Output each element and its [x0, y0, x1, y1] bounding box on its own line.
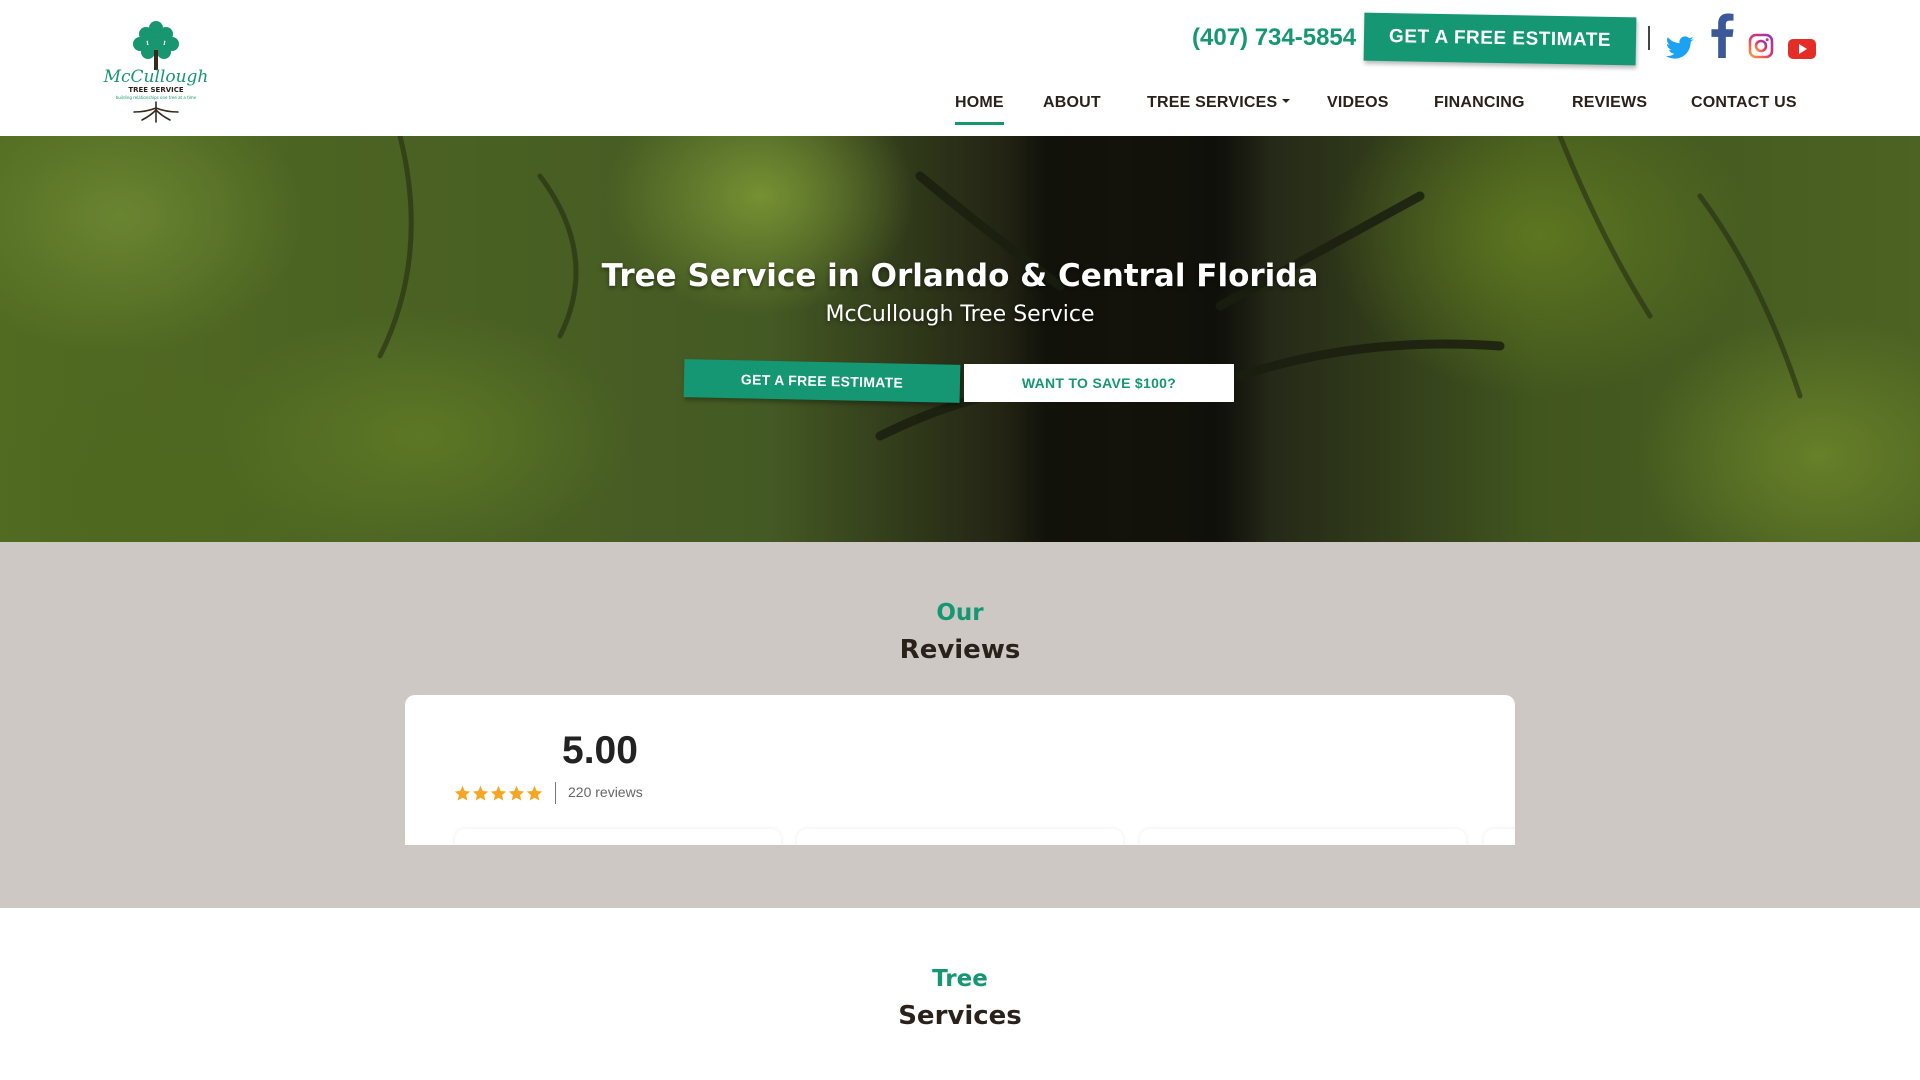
reviews-kicker: Our	[936, 600, 984, 626]
chevron-down-icon	[1282, 98, 1291, 103]
services-heading: Services	[898, 1001, 1022, 1031]
nav-reviews[interactable]: REVIEWS	[1572, 94, 1647, 112]
nav-financing[interactable]: FINANCING	[1434, 94, 1525, 112]
twitter-icon[interactable]	[1666, 36, 1694, 60]
services-section: Tree Services	[0, 908, 1920, 1080]
nav-videos[interactable]: VIDEOS	[1327, 94, 1389, 112]
hero-save-button[interactable]: WANT TO SAVE $100?	[964, 364, 1234, 402]
hero-title: Tree Service in Orlando & Central Florid…	[601, 258, 1319, 294]
instagram-icon[interactable]	[1748, 33, 1774, 59]
reviews-section: Our Reviews 5.00 220 reviews	[0, 542, 1920, 908]
main-nav: HOME ABOUT TREE SERVICES VIDEOS FINANCIN…	[0, 94, 1920, 125]
star-icon	[490, 785, 507, 801]
reviews-heading: Reviews	[899, 635, 1021, 665]
reviews-widget: 5.00 220 reviews	[405, 695, 1515, 845]
hero-subtitle: McCullough Tree Service	[825, 302, 1095, 327]
youtube-icon[interactable]	[1788, 38, 1816, 60]
phone-link[interactable]: (407) 734-5854	[1192, 24, 1356, 52]
rating-score: 5.00	[562, 729, 638, 772]
star-icon	[508, 785, 525, 801]
review-card[interactable]	[455, 829, 781, 845]
hero-banner: Tree Service in Orlando & Central Florid…	[0, 136, 1920, 542]
facebook-icon[interactable]	[1710, 12, 1734, 58]
services-kicker: Tree	[932, 966, 988, 992]
svg-text:TREE SERVICE: TREE SERVICE	[128, 86, 184, 94]
nav-about[interactable]: ABOUT	[1043, 94, 1101, 112]
star-icon	[472, 785, 489, 801]
review-count: 220 reviews	[568, 784, 643, 800]
review-card[interactable]	[797, 829, 1123, 845]
hero-overlay	[0, 136, 1920, 542]
site-header: McCullough TREE SERVICE building relatio…	[0, 0, 1920, 136]
nav-tree-services-label: TREE SERVICES	[1147, 94, 1278, 111]
review-card[interactable]	[1140, 829, 1466, 845]
star-icon	[454, 785, 471, 801]
nav-contact-us[interactable]: CONTACT US	[1691, 94, 1797, 112]
star-rating	[454, 785, 543, 802]
svg-text:McCullough: McCullough	[103, 67, 209, 87]
review-card[interactable]	[1484, 829, 1515, 845]
rating-divider	[555, 782, 556, 804]
nav-tree-services[interactable]: TREE SERVICES	[1147, 94, 1291, 112]
nav-home[interactable]: HOME	[955, 94, 1004, 125]
header-divider	[1648, 26, 1650, 50]
hero-estimate-button[interactable]: GET A FREE ESTIMATE	[683, 359, 961, 403]
header-estimate-button[interactable]: GET A FREE ESTIMATE	[1363, 12, 1637, 66]
star-icon	[526, 785, 543, 801]
